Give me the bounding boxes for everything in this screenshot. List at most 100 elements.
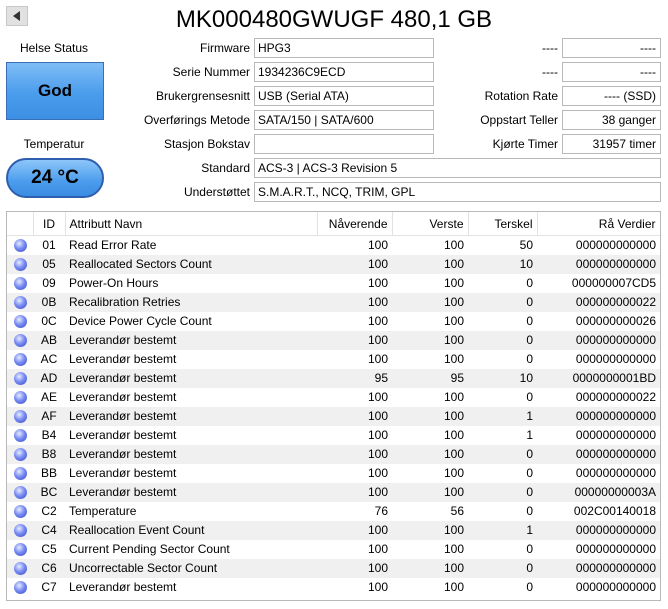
attribute-name-cell: Leverandør bestemt <box>69 352 177 366</box>
attribute-id-cell: AD <box>33 369 65 388</box>
status-good-icon <box>13 239 27 253</box>
threshold-cell: 1 <box>526 428 533 442</box>
column-header-current[interactable]: Nåverende <box>317 212 393 236</box>
column-header-id[interactable]: ID <box>33 212 66 236</box>
interface-field: USB (Serial ATA) <box>254 86 434 106</box>
attribute-name-cell: Leverandør bestemt <box>69 390 177 404</box>
threshold-cell: 0 <box>526 276 533 290</box>
threshold-cell: 10 <box>468 255 537 274</box>
threshold-cell: 0 <box>526 390 533 404</box>
status-good-icon <box>13 524 27 538</box>
table-row[interactable]: B4 Leverandør bestemt 100 100 1 000000000000 <box>7 426 660 445</box>
status-cell <box>7 483 33 502</box>
smart-attributes-table[interactable]: ID Attributt Navn Nåverende Verste Tersk… <box>6 211 661 601</box>
status-cell <box>7 331 33 350</box>
attribute-name-cell: Leverandør bestemt <box>65 331 317 350</box>
raw-values-cell: 000000000000 <box>537 407 660 426</box>
table-row[interactable]: AB Leverandør bestemt 100 100 0 000000000000 <box>7 331 660 350</box>
column-header-worst[interactable]: Verste <box>392 212 469 236</box>
health-status-label: Helse Status <box>19 41 89 55</box>
attribute-id-cell: AF <box>33 407 65 426</box>
current-value-cell: 100 <box>317 255 392 274</box>
raw-values-cell: 0000000001BD <box>537 369 660 388</box>
attribute-id-cell: AC <box>40 352 58 366</box>
temperature-value: 24 °C <box>31 167 79 188</box>
firmware-field: HPG3 <box>254 38 434 58</box>
worst-value-cell: 95 <box>392 369 468 388</box>
attribute-name-cell: Leverandør bestemt <box>65 407 317 426</box>
threshold-cell: 0 <box>526 580 533 594</box>
rotation-rate-field: ---- (SSD) <box>562 86 661 106</box>
attribute-id-cell: C5 <box>41 542 57 556</box>
column-header-status[interactable] <box>7 212 34 236</box>
attribute-id-cell: BB <box>40 466 57 480</box>
features-field: S.M.A.R.T., NCQ, TRIM, GPL <box>254 182 661 202</box>
current-value-cell: 100 <box>367 352 388 366</box>
threshold-cell: 1 <box>468 407 537 426</box>
attribute-id-cell: C4 <box>33 521 65 540</box>
attribute-id-cell: C2 <box>41 504 57 518</box>
current-value-cell: 100 <box>367 580 388 594</box>
worst-value-cell: 100 <box>443 238 464 252</box>
temperature-badge[interactable]: 24 °C <box>6 158 104 198</box>
table-row[interactable]: 0C Device Power Cycle Count 100 100 0 0000000… <box>7 312 660 331</box>
health-status-badge[interactable]: God <box>6 62 104 120</box>
threshold-cell: 0 <box>468 559 537 578</box>
threshold-cell: 0 <box>526 352 533 366</box>
worst-value-cell: 100 <box>392 407 468 426</box>
table-row[interactable]: AE Leverandør bestemt 100 100 0 000000000022 <box>7 388 660 407</box>
threshold-cell: 50 <box>519 238 533 252</box>
status-cell <box>7 350 33 369</box>
table-row[interactable]: AD Leverandør bestemt 95 95 10 0000000001BD <box>7 369 660 388</box>
table-row[interactable]: BC Leverandør bestemt 100 100 0 00000000003A <box>7 483 660 502</box>
threshold-cell: 1 <box>468 521 537 540</box>
standard-field: ACS-3 | ACS-3 Revision 5 <box>254 158 661 178</box>
status-good-icon <box>13 334 27 348</box>
status-good-icon <box>13 543 27 557</box>
table-row[interactable]: C5 Current Pending Sector Count 100 100 0 000… <box>7 540 660 559</box>
column-header-raw-values[interactable]: Rå Verdier <box>537 212 660 236</box>
raw-values-cell: 000000000000 <box>537 255 660 274</box>
attribute-name-cell: Leverandør bestemt <box>69 580 177 594</box>
table-row[interactable]: AF Leverandør bestemt 100 100 1 000000000000 <box>7 407 660 426</box>
table-row[interactable]: 0B Recalibration Retries 100 100 0 0000000000… <box>7 293 660 312</box>
features-label: Understøttet <box>183 185 250 199</box>
attribute-name-cell: Device Power Cycle Count <box>69 314 212 328</box>
table-row[interactable]: C4 Reallocation Event Count 100 100 1 0000000… <box>7 521 660 540</box>
status-good-icon <box>13 296 27 310</box>
raw-values-cell: 000000000022 <box>537 293 660 312</box>
interface-label: Brukergrensesnitt <box>155 89 250 103</box>
table-row[interactable]: B8 Leverandør bestemt 100 100 0 000000000000 <box>7 445 660 464</box>
attribute-name-cell: Leverandør bestemt <box>65 483 317 502</box>
status-cell <box>7 255 33 274</box>
attribute-id-cell: C6 <box>33 559 65 578</box>
threshold-cell: 0 <box>468 331 537 350</box>
current-value-cell: 100 <box>317 483 392 502</box>
raw-values-cell: 000000000000 <box>537 331 660 350</box>
table-row[interactable]: 05 Reallocated Sectors Count 100 100 10 00000… <box>7 255 660 274</box>
table-row[interactable]: AC Leverandør bestemt 100 100 0 000000000000 <box>7 350 660 369</box>
status-cell <box>7 502 33 521</box>
status-good-icon <box>13 581 27 595</box>
table-row[interactable]: BB Leverandør bestemt 100 100 0 000000000000 <box>7 464 660 483</box>
power-on-hours-field: 31957 timer <box>562 134 661 154</box>
raw-values-cell: 000000000000 <box>575 428 656 442</box>
table-row[interactable]: 01 Read Error Rate 100 100 50 000000000000 <box>7 236 660 256</box>
table-row[interactable]: C2 Temperature 76 56 0 002C00140018 <box>7 502 660 521</box>
status-cell <box>7 559 33 578</box>
status-good-icon <box>13 372 27 386</box>
column-header-attribute-name[interactable]: Attributt Navn <box>65 212 318 236</box>
worst-value-cell: 100 <box>392 483 468 502</box>
current-value-cell: 100 <box>367 428 388 442</box>
table-row[interactable]: C7 Leverandør bestemt 100 100 0 000000000000 <box>7 578 660 597</box>
column-header-threshold[interactable]: Terskel <box>468 212 538 236</box>
table-row[interactable]: C6 Uncorrectable Sector Count 100 100 0 00000… <box>7 559 660 578</box>
raw-values-cell: 000000000000 <box>537 521 660 540</box>
worst-value-cell: 56 <box>450 504 464 518</box>
raw-values-cell: 00000000003A <box>537 483 660 502</box>
worst-value-cell: 100 <box>443 466 464 480</box>
attribute-id-cell: 09 <box>42 276 56 290</box>
table-row[interactable]: 09 Power-On Hours 100 100 0 000000007CD5 <box>7 274 660 293</box>
standard-label: Standard <box>201 161 250 175</box>
attribute-id-cell: 01 <box>42 238 56 252</box>
